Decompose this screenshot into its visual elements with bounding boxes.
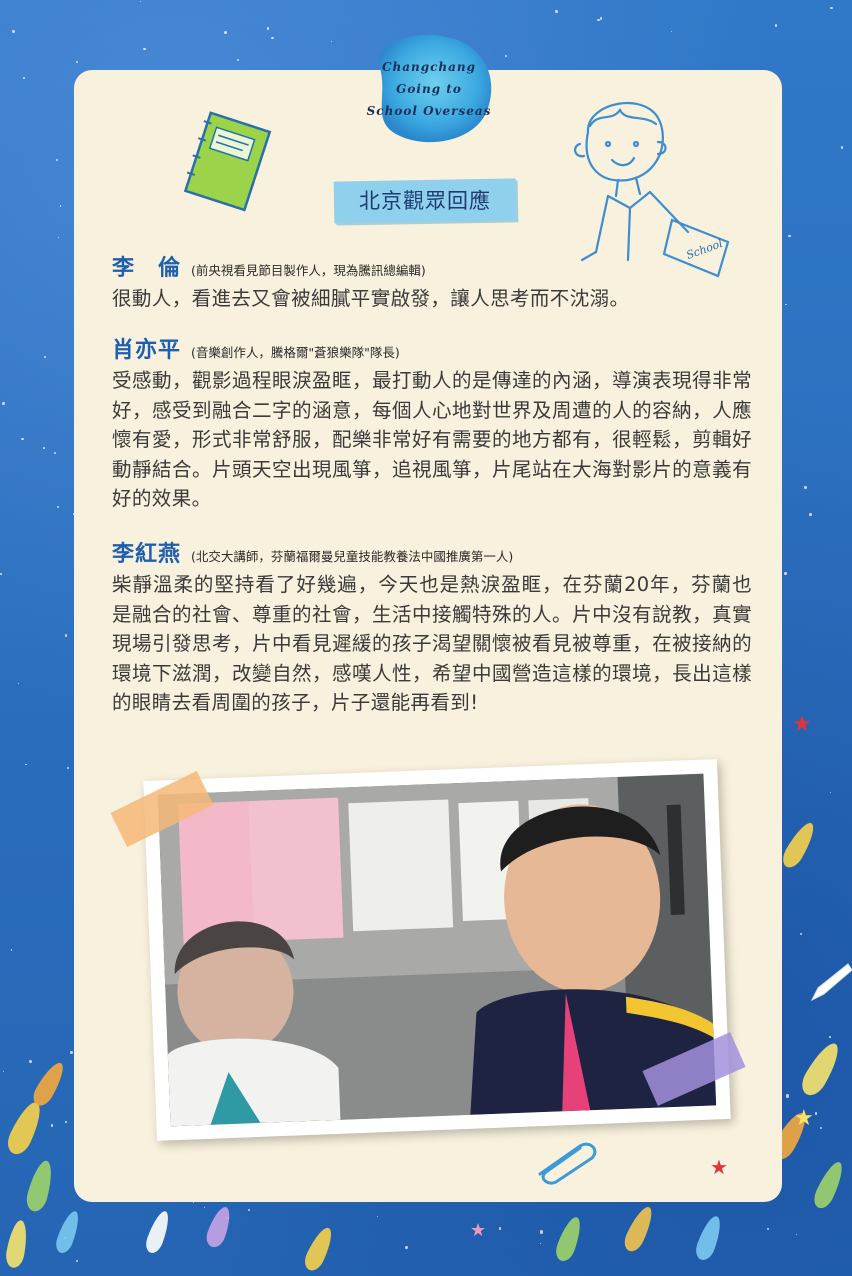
speck: [203, 1206, 206, 1209]
speck: [64, 634, 68, 637]
notebook-icon: [183, 111, 272, 212]
star-decoration: ★: [470, 1220, 487, 1241]
speck: [767, 1228, 770, 1231]
speck: [829, 791, 831, 793]
speck: [224, 31, 228, 34]
speck: [70, 1050, 74, 1054]
speck: [376, 1215, 378, 1217]
speck: [28, 1059, 32, 1063]
speck: [20, 437, 24, 441]
speck: [59, 205, 62, 207]
speck: [828, 1036, 831, 1038]
speck: [25, 763, 27, 766]
speck: [43, 447, 45, 450]
speck: [2, 1070, 4, 1072]
star-decoration: ★: [710, 1155, 728, 1179]
speck: [271, 36, 274, 40]
speck: [54, 452, 57, 455]
speck: [139, 1, 141, 3]
speck: [785, 303, 787, 305]
speck: [10, 949, 13, 951]
review-text: 很動人，看進去又會被細膩平實啟發，讓人思考而不沈溺。: [112, 287, 630, 310]
speck: [784, 572, 787, 575]
paperclip-icon: [538, 1142, 597, 1185]
speck: [540, 1230, 544, 1234]
speck: [796, 1233, 798, 1235]
reviewer-role: (北交大講師，芬蘭福爾曼兒童技能教養法中國推廣第一人): [191, 549, 514, 564]
speck: [820, 1126, 823, 1129]
speck: [50, 1124, 54, 1127]
speck: [799, 933, 802, 936]
speck: [803, 486, 807, 490]
speck: [599, 17, 603, 20]
speck: [830, 6, 833, 10]
speck: [247, 1208, 250, 1211]
speck: [237, 59, 240, 62]
badge-line-3: School Overseas: [366, 104, 492, 118]
review-1: 李 倫 (前央視看見節目製作人，現為騰訊總編輯) 很動人，看進去又會被細膩平實啟發…: [112, 250, 752, 314]
review-2: 肖亦平 (音樂創作人，騰格爾"蒼狼樂隊"隊長) 受感動，觀影過程眼淚盈眶，最打動人…: [112, 332, 752, 514]
badge-title: Changchang Going to School Overseas: [360, 56, 498, 122]
reviewer-role: (音樂創作人，騰格爾"蒼狼樂隊"隊長): [191, 345, 400, 360]
reviewer-name: 李 倫: [112, 256, 182, 281]
star-decoration: ★: [792, 712, 812, 737]
reviewer-name: 肖亦平: [112, 338, 182, 363]
photo-frame: [143, 759, 731, 1141]
badge-line-1: Changchang: [381, 60, 477, 74]
speck: [498, 1227, 502, 1230]
speck: [76, 60, 79, 63]
speck: [56, 505, 60, 509]
star-decoration: ★: [794, 1106, 814, 1131]
pen-icon: [810, 963, 852, 1002]
speck: [75, 1259, 78, 1262]
speck: [267, 27, 270, 30]
speck: [65, 1120, 68, 1123]
speck: [1, 401, 5, 405]
elevator-photo: [157, 773, 717, 1127]
speck: [554, 9, 558, 13]
speck: [44, 355, 47, 358]
speck: [56, 158, 59, 162]
speck: [192, 1201, 194, 1203]
reviewer-role: (前央視看見節目製作人，現為騰訊總編輯): [191, 263, 426, 278]
speck: [840, 145, 844, 149]
speck: [788, 234, 791, 238]
review-text: 柴靜溫柔的堅持看了好幾遍，今天也是熱淚盈眶，在芬蘭20年，芬蘭也是融合的社會、尊…: [112, 573, 752, 714]
badge-line-2: Going to: [396, 82, 462, 96]
speck: [17, 683, 19, 685]
speck: [66, 767, 69, 770]
speck: [785, 1094, 790, 1098]
reviewer-name: 李紅燕: [112, 542, 182, 567]
speck: [671, 31, 673, 33]
speck: [540, 1242, 542, 1245]
speck: [23, 77, 26, 79]
review-text: 受感動，觀影過程眼淚盈眶，最打動人的是傳達的內涵，導演表現得非常好，感受到融合二…: [112, 369, 752, 510]
review-3: 李紅燕 (北交大講師，芬蘭福爾曼兒童技能教養法中國推廣第一人) 柴靜溫柔的堅持看了…: [112, 536, 752, 718]
speck: [504, 54, 508, 58]
speck: [0, 573, 2, 575]
speck: [405, 1245, 409, 1249]
page-title: 北京觀眾回應: [359, 189, 491, 213]
speck: [330, 40, 333, 43]
speck: [143, 47, 146, 51]
speck: [808, 513, 812, 517]
speck: [774, 24, 778, 27]
speck: [12, 29, 16, 33]
speck: [814, 1112, 818, 1115]
speck: [57, 237, 60, 239]
speck: [597, 18, 600, 22]
